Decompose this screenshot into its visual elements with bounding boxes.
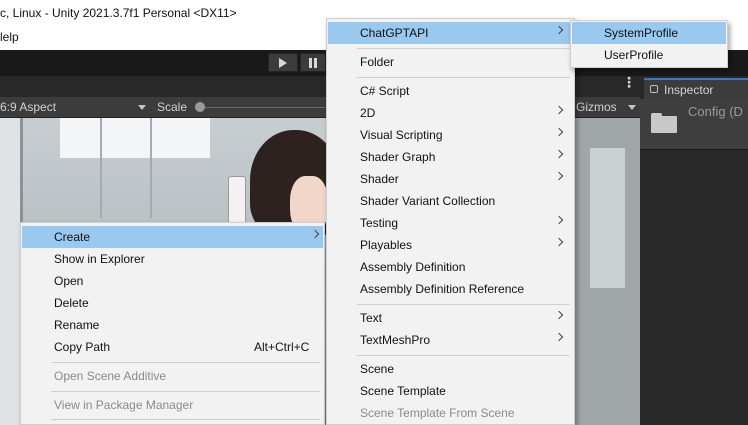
inspector-panel: Inspector Config (D <box>640 76 748 425</box>
menu-help[interactable]: lelp <box>0 30 19 44</box>
menu-item-open[interactable]: Open <box>22 270 323 292</box>
inspector-header: Config (D <box>640 99 748 149</box>
inspector-tab-label: Inspector <box>664 83 714 97</box>
chevron-right-icon <box>554 332 564 342</box>
create-submenu: ChatGPTAPI Folder C# Script 2D Visual Sc… <box>326 18 575 425</box>
menu-item-csharp-script[interactable]: C# Script <box>328 80 573 102</box>
scale-slider-handle[interactable] <box>195 102 205 112</box>
gizmos-dropdown[interactable]: Gizmos <box>574 97 640 117</box>
viewport-sign <box>228 176 246 228</box>
menu-item-open-scene-additive: Open Scene Additive <box>54 369 167 383</box>
pause-button[interactable] <box>300 53 326 72</box>
inspector-object-name: Config (D <box>688 104 743 119</box>
gizmos-label: Gizmos <box>576 100 617 114</box>
chevron-right-icon <box>554 25 564 35</box>
pause-icon <box>309 58 312 68</box>
menu-item-visual-scripting[interactable]: Visual Scripting <box>328 124 573 146</box>
menu-item-chatgptapi[interactable]: ChatGPTAPI <box>328 22 573 44</box>
menu-item-assembly-definition-reference[interactable]: Assembly Definition Reference <box>328 278 573 300</box>
menu-separator <box>357 77 570 78</box>
menu-item-testing[interactable]: Testing <box>328 212 573 234</box>
play-button[interactable] <box>268 53 298 72</box>
window-title: c, Linux - Unity 2021.3.7f1 Personal <DX… <box>0 6 237 20</box>
menu-item-system-profile[interactable]: SystemProfile <box>572 22 726 44</box>
play-icon <box>279 58 287 68</box>
viewport-beam <box>150 118 152 218</box>
menu-separator <box>357 48 570 49</box>
scale-label: Scale <box>157 100 188 114</box>
inspector-divider <box>640 149 748 150</box>
menu-item-copy-path[interactable]: Copy Path Alt+Ctrl+C <box>22 336 323 358</box>
menu-item-folder[interactable]: Folder <box>328 51 573 73</box>
folder-icon <box>651 113 677 133</box>
chevron-right-icon <box>554 149 564 159</box>
menu-item-shader-graph[interactable]: Shader Graph <box>328 146 573 168</box>
menu-item-textmeshpro[interactable]: TextMeshPro <box>328 329 573 351</box>
aspect-dropdown-arrow-icon <box>138 105 146 110</box>
menu-item-show-in-explorer[interactable]: Show in Explorer <box>22 248 323 270</box>
chevron-right-icon <box>554 127 564 137</box>
menu-item-user-profile[interactable]: UserProfile <box>572 44 726 66</box>
viewport-window <box>590 148 625 288</box>
aspect-dropdown[interactable]: 6:9 Aspect <box>0 97 150 117</box>
chevron-right-icon <box>554 215 564 225</box>
chevron-right-icon <box>554 171 564 181</box>
copy-path-shortcut: Alt+Ctrl+C <box>254 340 310 354</box>
menu-item-delete[interactable]: Delete <box>22 292 323 314</box>
menu-item-view-in-package-manager: View in Package Manager <box>54 398 194 412</box>
menu-item-shader[interactable]: Shader <box>328 168 573 190</box>
menu-item-create[interactable]: Create <box>22 226 323 248</box>
chevron-right-icon <box>310 229 320 239</box>
viewport-wall <box>0 118 20 425</box>
menu-item-playables[interactable]: Playables <box>328 234 573 256</box>
menu-separator <box>51 419 320 420</box>
menu-item-scene[interactable]: Scene <box>328 358 573 380</box>
aspect-label: 6:9 Aspect <box>0 100 57 114</box>
menu-separator <box>51 391 320 392</box>
viewport-beam <box>20 118 23 228</box>
scale-slider-track[interactable] <box>205 107 325 108</box>
menu-item-2d[interactable]: 2D <box>328 102 573 124</box>
menu-item-shader-variant-collection[interactable]: Shader Variant Collection <box>328 190 573 212</box>
chatgptapi-submenu: SystemProfile UserProfile <box>570 20 728 68</box>
menu-separator <box>51 362 320 363</box>
chevron-right-icon <box>554 310 564 320</box>
viewport-window <box>60 118 210 158</box>
menu-separator <box>357 304 570 305</box>
inspector-lock-icon <box>650 85 658 93</box>
menu-item-text[interactable]: Text <box>328 307 573 329</box>
context-menu: Create Show in Explorer Open Delete Rena… <box>20 222 325 425</box>
chevron-right-icon <box>554 105 564 115</box>
menu-item-scene-template-from-scene: Scene Template From Scene <box>360 406 515 420</box>
viewport-beam <box>100 118 102 218</box>
tab-inspector[interactable]: Inspector <box>644 78 748 99</box>
menu-item-assembly-definition[interactable]: Assembly Definition <box>328 256 573 278</box>
menu-separator <box>357 355 570 356</box>
more-options-icon[interactable]: ⋮ <box>622 75 636 94</box>
menu-item-scene-template[interactable]: Scene Template <box>328 380 573 402</box>
chevron-right-icon <box>554 237 564 247</box>
menu-item-rename[interactable]: Rename <box>22 314 323 336</box>
gizmos-dropdown-arrow-icon <box>628 105 636 110</box>
